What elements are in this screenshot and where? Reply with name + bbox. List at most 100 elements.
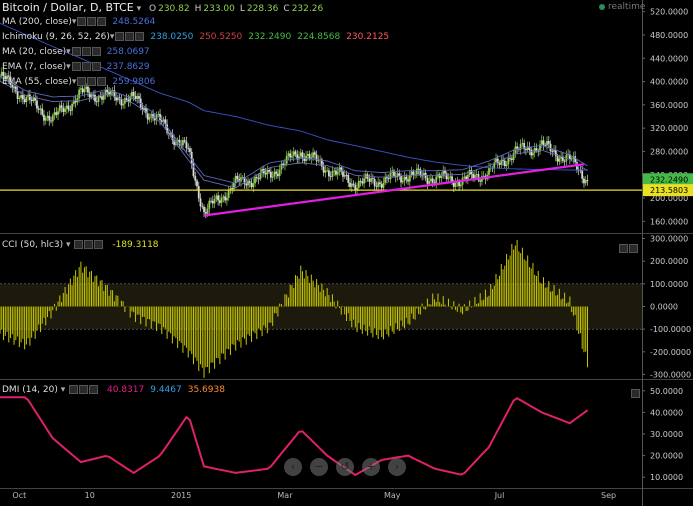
- nav-right-icon[interactable]: ›: [388, 458, 406, 476]
- candle-body: [368, 178, 371, 182]
- candle-body: [187, 148, 190, 149]
- chevron-down-icon[interactable]: ▾: [66, 62, 71, 72]
- candle-body: [132, 92, 135, 96]
- candle-body: [363, 178, 365, 184]
- dmi-label[interactable]: DMI (14, 20): [2, 385, 58, 395]
- settings-icon[interactable]: [79, 385, 89, 394]
- close-pane-icon[interactable]: [629, 244, 638, 253]
- candle-body: [67, 105, 70, 110]
- candle-body: [16, 91, 19, 99]
- settings-icon[interactable]: [87, 17, 97, 26]
- settings-icon[interactable]: [125, 32, 135, 41]
- candle-body: [449, 176, 452, 178]
- candle-body: [551, 151, 554, 152]
- price-axis-label: 280.0000: [650, 147, 688, 156]
- indicator-label[interactable]: MA (20, close): [2, 47, 66, 57]
- close-icon[interactable]: [94, 240, 104, 249]
- cci-axis-label: 300.0000: [650, 235, 688, 244]
- indicator-row: MA (200, close)▾ 248.5264: [2, 17, 155, 27]
- chevron-down-icon[interactable]: ▾: [66, 47, 71, 57]
- indicator-row: MA (20, close)▾ 258.0697: [2, 47, 150, 57]
- eye-icon[interactable]: [71, 62, 81, 71]
- candle-body: [231, 188, 234, 190]
- close-icon[interactable]: [97, 17, 107, 26]
- eye-icon[interactable]: [77, 77, 87, 86]
- cci-axis-label: -300.0000: [650, 370, 691, 379]
- dmi-value: 40.8317: [107, 385, 145, 395]
- dmi-axis-label: 30.0000: [650, 430, 683, 439]
- indicator-value: 248.5264: [112, 17, 156, 27]
- candle-body: [264, 173, 267, 175]
- nav-minus-icon[interactable]: −: [310, 458, 328, 476]
- indicator-label[interactable]: EMA (55, close): [2, 77, 72, 87]
- candle-body: [280, 163, 283, 170]
- settings-icon[interactable]: [87, 77, 97, 86]
- candle-body: [245, 183, 248, 186]
- close-icon[interactable]: [91, 62, 101, 71]
- candle-body: [122, 103, 125, 106]
- eye-icon[interactable]: [115, 32, 125, 41]
- candle-body: [169, 133, 172, 135]
- chevron-down-icon[interactable]: ▾: [61, 385, 66, 395]
- candle-body: [199, 198, 202, 207]
- candle-body: [102, 95, 105, 100]
- indicator-label[interactable]: Ichimoku (9, 26, 52, 26): [2, 32, 110, 42]
- candle-body: [57, 111, 59, 115]
- candle-body: [475, 174, 478, 175]
- settings-icon[interactable]: [84, 240, 94, 249]
- chevron-down-icon[interactable]: ▾: [72, 77, 77, 87]
- close-icon[interactable]: [97, 77, 107, 86]
- candle-body: [30, 99, 33, 102]
- settings-icon[interactable]: [81, 62, 91, 71]
- candle-body: [326, 170, 329, 172]
- ohlc-key: O: [149, 4, 157, 14]
- nav-left-icon[interactable]: ‹: [284, 458, 302, 476]
- indicator-value: 224.8568: [297, 32, 341, 42]
- candle-body: [375, 186, 378, 187]
- close-icon[interactable]: [135, 32, 145, 41]
- candle-body: [292, 151, 295, 157]
- price-axis-label: 400.0000: [650, 78, 688, 87]
- eye-icon[interactable]: [74, 240, 84, 249]
- candle-body: [62, 107, 65, 113]
- eye-icon[interactable]: [71, 47, 81, 56]
- chevron-down-icon[interactable]: ▾: [110, 32, 115, 42]
- candle-body: [252, 183, 255, 188]
- symbol-title[interactable]: Bitcoin / Dollar, D, BTCE: [2, 1, 134, 14]
- candle-body: [125, 98, 128, 100]
- chart-canvas[interactable]: 520.0000 480.0000 440.0000 400.0000 360.0000…: [0, 0, 693, 506]
- settings-icon[interactable]: [81, 47, 91, 56]
- close-icon[interactable]: [89, 385, 99, 394]
- candle-body: [428, 181, 431, 184]
- candle-body: [183, 140, 186, 142]
- close-icon[interactable]: [91, 47, 101, 56]
- ohlc-value: 233.00: [203, 4, 235, 14]
- ohlc-value: 232.26: [291, 4, 324, 14]
- cci-label[interactable]: CCI (50, hlc3): [2, 240, 63, 250]
- cci-axis-label: 100.0000: [650, 280, 688, 289]
- chevron-down-icon[interactable]: ▾: [137, 4, 142, 14]
- chevron-down-icon[interactable]: ▾: [66, 240, 71, 250]
- eye-icon[interactable]: [77, 17, 87, 26]
- nav-reset-icon[interactable]: ↺: [336, 458, 354, 476]
- candle-body: [248, 181, 251, 183]
- candle-body: [136, 96, 139, 99]
- ohlc-value: 230.82: [158, 4, 190, 14]
- maximize-pane-icon[interactable]: [619, 244, 628, 253]
- candle-body: [521, 143, 524, 144]
- eye-icon[interactable]: [69, 385, 79, 394]
- trading-chart[interactable]: 520.0000 480.0000 440.0000 400.0000 360.0000…: [0, 0, 693, 506]
- last-price-badge: 232.2490: [650, 175, 688, 184]
- time-axis-label: Sep: [601, 491, 616, 500]
- nav-plus-icon[interactable]: +: [362, 458, 380, 476]
- candle-body: [379, 182, 381, 185]
- candle-body: [350, 183, 353, 187]
- indicator-label[interactable]: EMA (7, close): [2, 62, 66, 72]
- candle-body: [384, 176, 387, 183]
- maximize-pane-icon[interactable]: [631, 389, 640, 398]
- candle-body: [401, 180, 404, 183]
- indicator-label[interactable]: MA (200, close): [2, 17, 72, 27]
- candle-body: [542, 140, 545, 145]
- chevron-down-icon[interactable]: ▾: [72, 17, 77, 27]
- candle-body: [234, 175, 237, 183]
